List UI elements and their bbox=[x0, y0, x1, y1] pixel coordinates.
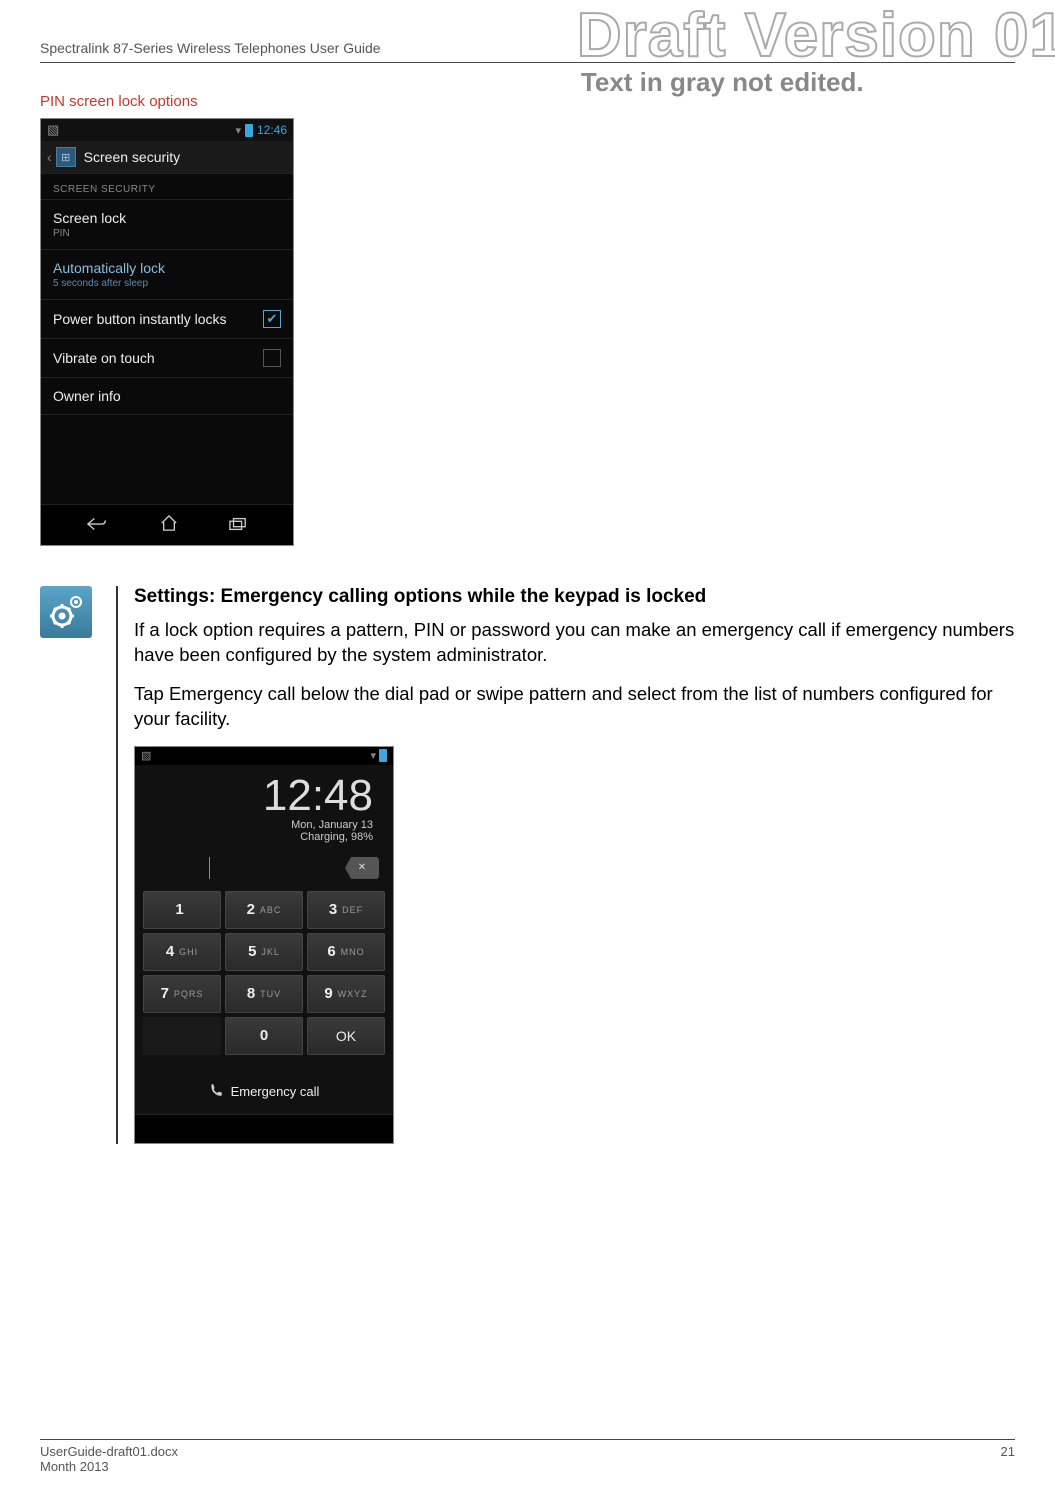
back-icon[interactable]: ‹ bbox=[47, 149, 52, 165]
battery-icon bbox=[379, 749, 387, 762]
key-5[interactable]: 5JKL bbox=[225, 933, 303, 971]
key-6[interactable]: 6MNO bbox=[307, 933, 385, 971]
checkbox-checked-icon[interactable]: ✔ bbox=[263, 310, 281, 328]
backspace-icon[interactable]: ✕ bbox=[345, 857, 379, 879]
security-icon: ⊞ bbox=[56, 147, 76, 167]
status-time: 12:46 bbox=[257, 123, 287, 137]
key-8[interactable]: 8TUV bbox=[225, 975, 303, 1013]
pin-input[interactable] bbox=[149, 855, 335, 881]
lock-clock: 12:48 bbox=[155, 771, 373, 821]
key-2[interactable]: 2ABC bbox=[225, 891, 303, 929]
key-0[interactable]: 0 bbox=[225, 1017, 303, 1055]
nav-back-icon[interactable] bbox=[87, 515, 109, 536]
watermark-main: Draft Version 01 bbox=[577, 0, 1055, 71]
footer-page-number: 21 bbox=[1001, 1444, 1015, 1474]
settings-gear-icon bbox=[40, 586, 92, 638]
key-9[interactable]: 9WXYZ bbox=[307, 975, 385, 1013]
list-item-screen-lock[interactable]: Screen lock PIN bbox=[41, 200, 293, 250]
wifi-icon: ▾ bbox=[370, 749, 376, 762]
callout-body: Settings: Emergency calling options whil… bbox=[116, 586, 1015, 1144]
watermark: Draft Version 01 Text in gray not edited… bbox=[577, 0, 1055, 98]
keypad: 1 2ABC 3DEF 4GHI 5JKL 6MNO 7PQRS 8TUV 9W… bbox=[135, 891, 393, 1067]
status-bar: ▧ ▾ 12:46 bbox=[41, 119, 293, 141]
list-item-label: Power button instantly locks bbox=[53, 311, 227, 327]
nav-home-icon[interactable] bbox=[160, 515, 178, 536]
key-4[interactable]: 4GHI bbox=[143, 933, 221, 971]
callout-heading: Settings: Emergency calling options whil… bbox=[134, 586, 1015, 608]
status-bar: ▧ ▾ bbox=[135, 747, 393, 765]
list-item-label: Owner info bbox=[53, 388, 121, 404]
nav-recent-icon[interactable] bbox=[229, 515, 247, 536]
key-blank bbox=[143, 1017, 221, 1055]
list-section-header: SCREEN SECURITY bbox=[41, 174, 293, 200]
list-item-label: Vibrate on touch bbox=[53, 350, 155, 366]
screen-title: Screen security bbox=[84, 149, 180, 165]
list-item-sublabel: 5 seconds after sleep bbox=[53, 278, 165, 289]
list-item-sublabel: PIN bbox=[53, 228, 126, 239]
phone-icon bbox=[209, 1083, 223, 1100]
list-item-vibrate[interactable]: Vibrate on touch ✔ bbox=[41, 339, 293, 378]
footer-filename: UserGuide-draft01.docx bbox=[40, 1444, 178, 1459]
bottom-bar bbox=[135, 1115, 393, 1143]
list-item-owner-info[interactable]: Owner info bbox=[41, 378, 293, 415]
android-nav-bar bbox=[41, 505, 293, 545]
screenshot-lock-screen: ▧ ▾ 12:48 Mon, January 13 Charging, 98% … bbox=[134, 746, 394, 1144]
key-7[interactable]: 7PQRS bbox=[143, 975, 221, 1013]
battery-icon bbox=[245, 124, 253, 137]
lock-charging: Charging, 98% bbox=[155, 831, 373, 843]
key-1[interactable]: 1 bbox=[143, 891, 221, 929]
key-ok[interactable]: OK bbox=[307, 1017, 385, 1055]
callout-paragraph: If a lock option requires a pattern, PIN… bbox=[134, 618, 1015, 668]
footer-date: Month 2013 bbox=[40, 1459, 178, 1474]
page-footer: UserGuide-draft01.docx Month 2013 21 bbox=[40, 1439, 1015, 1474]
emergency-call-label: Emergency call bbox=[231, 1084, 320, 1099]
wifi-icon: ▾ bbox=[235, 124, 241, 137]
pin-input-row: ✕ bbox=[135, 847, 393, 891]
screen-title-bar[interactable]: ‹ ⊞ Screen security bbox=[41, 141, 293, 174]
status-notification-icon: ▧ bbox=[141, 749, 151, 762]
list-empty-space bbox=[41, 415, 293, 505]
key-3[interactable]: 3DEF bbox=[307, 891, 385, 929]
lock-clock-area: 12:48 Mon, January 13 Charging, 98% bbox=[135, 765, 393, 847]
list-item-auto-lock[interactable]: Automatically lock 5 seconds after sleep bbox=[41, 250, 293, 300]
watermark-sub: Text in gray not edited. bbox=[581, 67, 1055, 98]
screenshot-screen-security: ▧ ▾ 12:46 ‹ ⊞ Screen security SCREEN SEC… bbox=[40, 118, 294, 546]
emergency-call-button[interactable]: Emergency call bbox=[135, 1067, 393, 1115]
list-item-power-button-lock[interactable]: Power button instantly locks ✔ bbox=[41, 300, 293, 339]
list-item-label: Automatically lock bbox=[53, 260, 165, 276]
settings-callout: Settings: Emergency calling options whil… bbox=[40, 586, 1015, 1144]
callout-paragraph: Tap Emergency call below the dial pad or… bbox=[134, 682, 1015, 732]
list-item-label: Screen lock bbox=[53, 210, 126, 226]
checkbox-unchecked-icon[interactable]: ✔ bbox=[263, 349, 281, 367]
status-notification-icon: ▧ bbox=[47, 122, 59, 138]
